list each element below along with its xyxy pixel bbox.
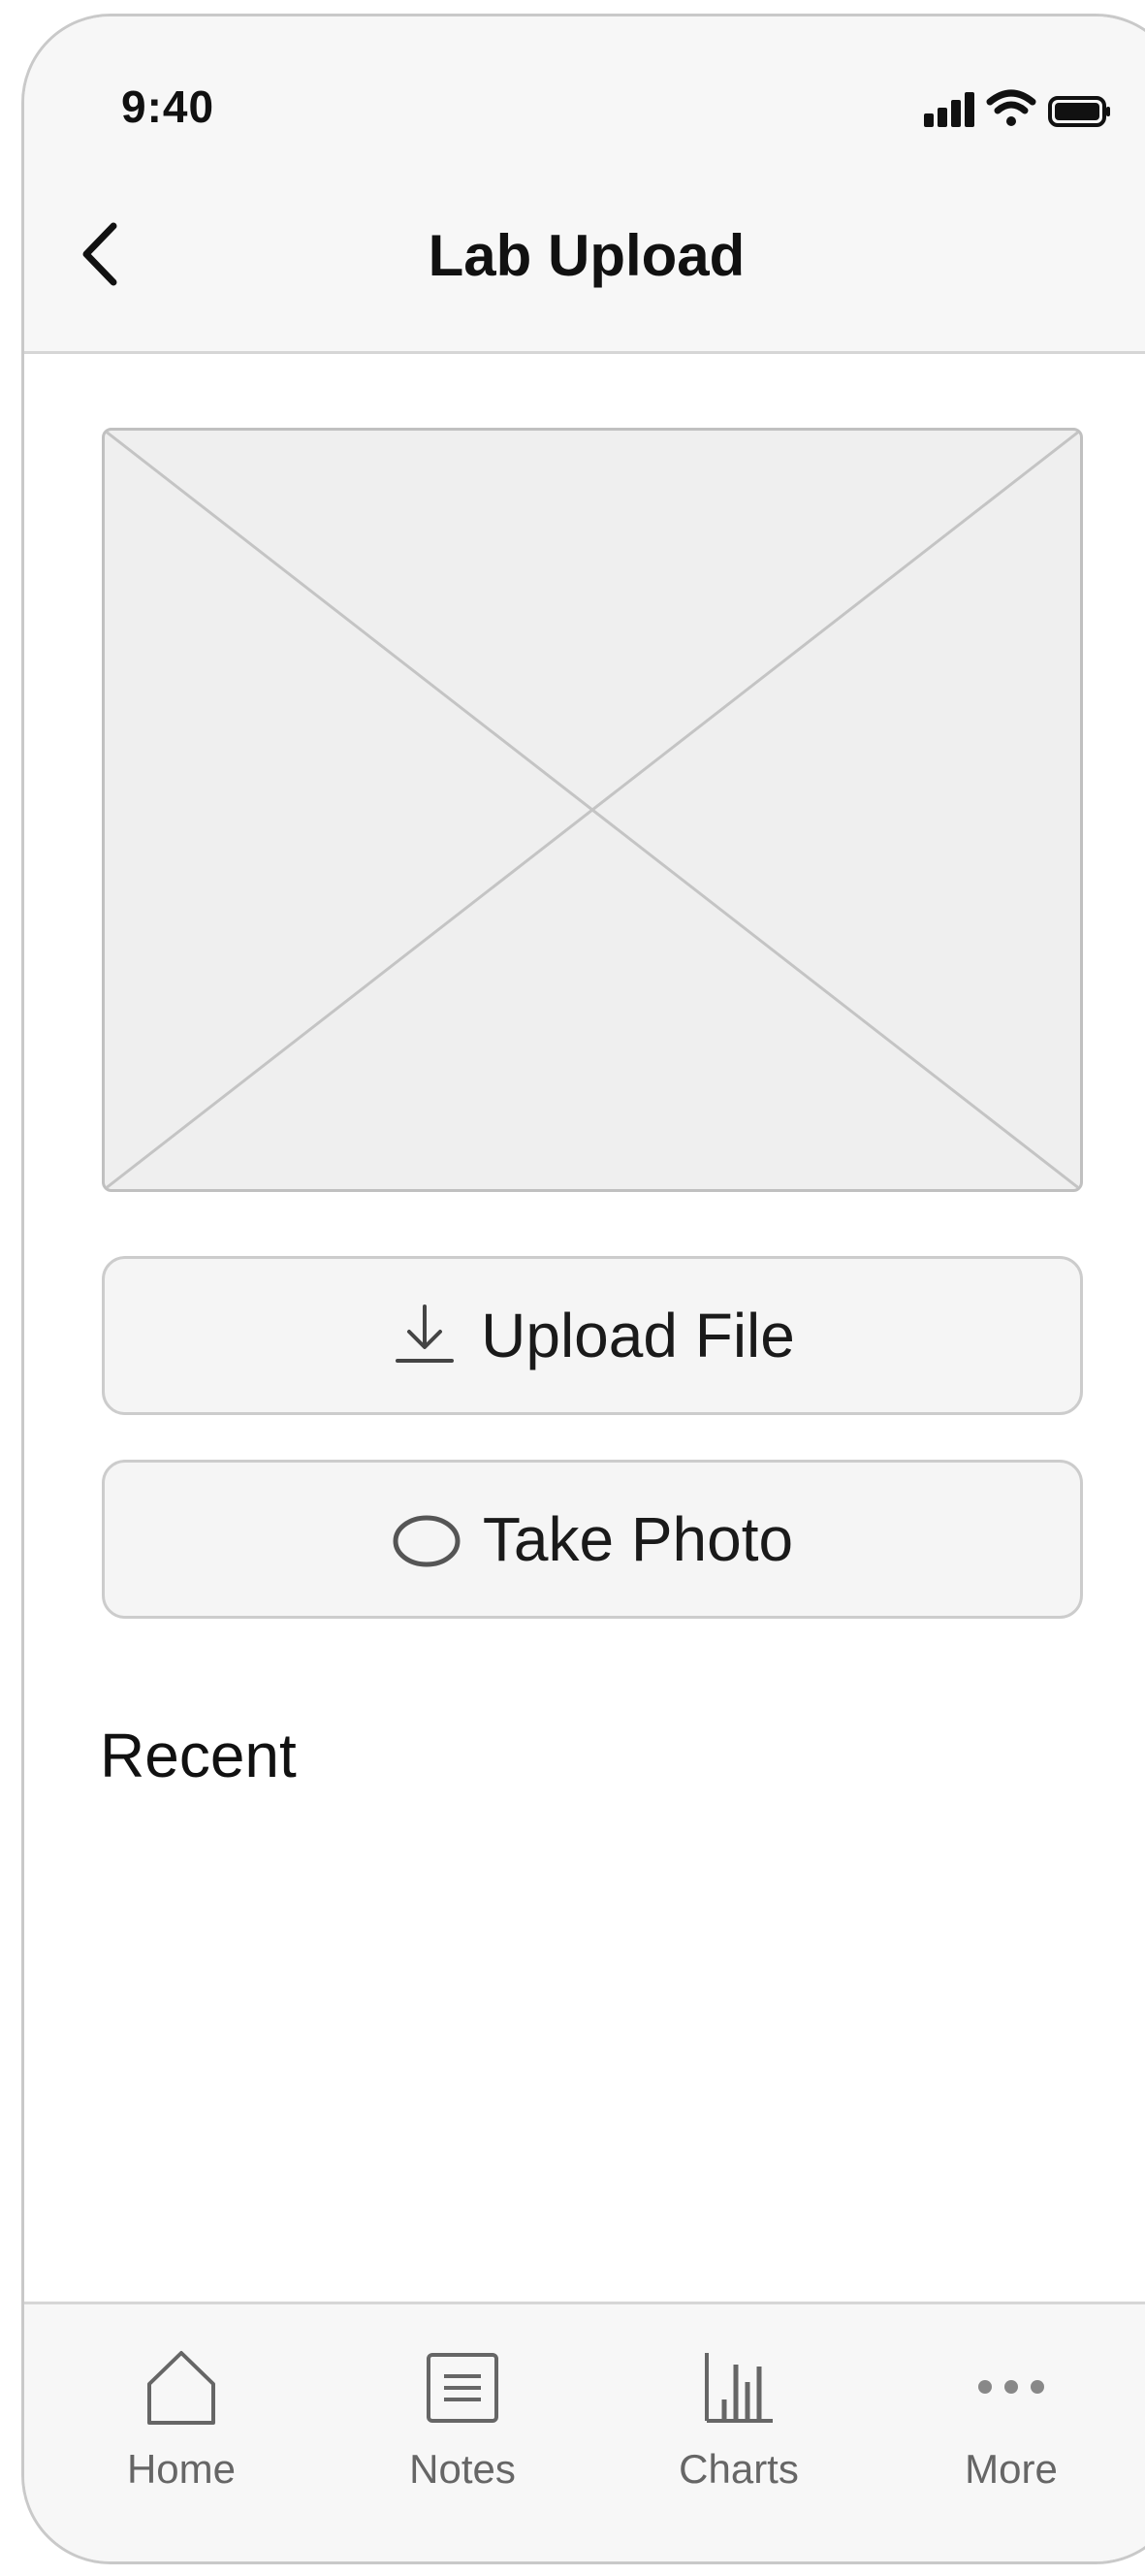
tab-more[interactable]: More [914, 2343, 1108, 2518]
tab-charts[interactable]: Charts [642, 2343, 836, 2518]
take-photo-label: Take Photo [482, 1504, 794, 1574]
upload-file-button[interactable]: Upload File [102, 1256, 1083, 1415]
tab-bar: Home Notes Charts More [24, 2302, 1145, 2561]
tab-home-label: Home [126, 2446, 237, 2492]
upload-file-label: Upload File [481, 1301, 795, 1370]
bar-chart-icon [705, 2353, 773, 2423]
notes-icon [427, 2353, 498, 2423]
battery-icon [1048, 96, 1110, 127]
more-dots-icon [978, 2380, 1044, 2394]
tab-more-label: More [965, 2446, 1058, 2492]
camera-lens-icon [393, 1515, 461, 1567]
image-placeholder-icon [105, 431, 1080, 1189]
image-placeholder [102, 428, 1083, 1192]
home-icon [147, 2351, 215, 2425]
tab-notes[interactable]: Notes [366, 2343, 559, 2518]
phone-frame: 9:40 Lab Upload Upload File Take Photo R… [21, 14, 1145, 2564]
recent-section-title: Recent [100, 1721, 297, 1790]
take-photo-button[interactable]: Take Photo [102, 1460, 1083, 1619]
tab-home[interactable]: Home [84, 2343, 278, 2518]
download-arrow-icon [396, 1304, 455, 1363]
page-title: Lab Upload [428, 223, 746, 288]
tab-charts-label: Charts [679, 2446, 799, 2492]
top-bar: 9:40 Lab Upload [24, 16, 1145, 354]
wifi-icon [986, 89, 1036, 126]
status-icons [897, 86, 1120, 135]
tab-notes-label: Notes [409, 2446, 516, 2492]
signal-icon [924, 92, 974, 127]
status-time: 9:40 [121, 81, 215, 132]
